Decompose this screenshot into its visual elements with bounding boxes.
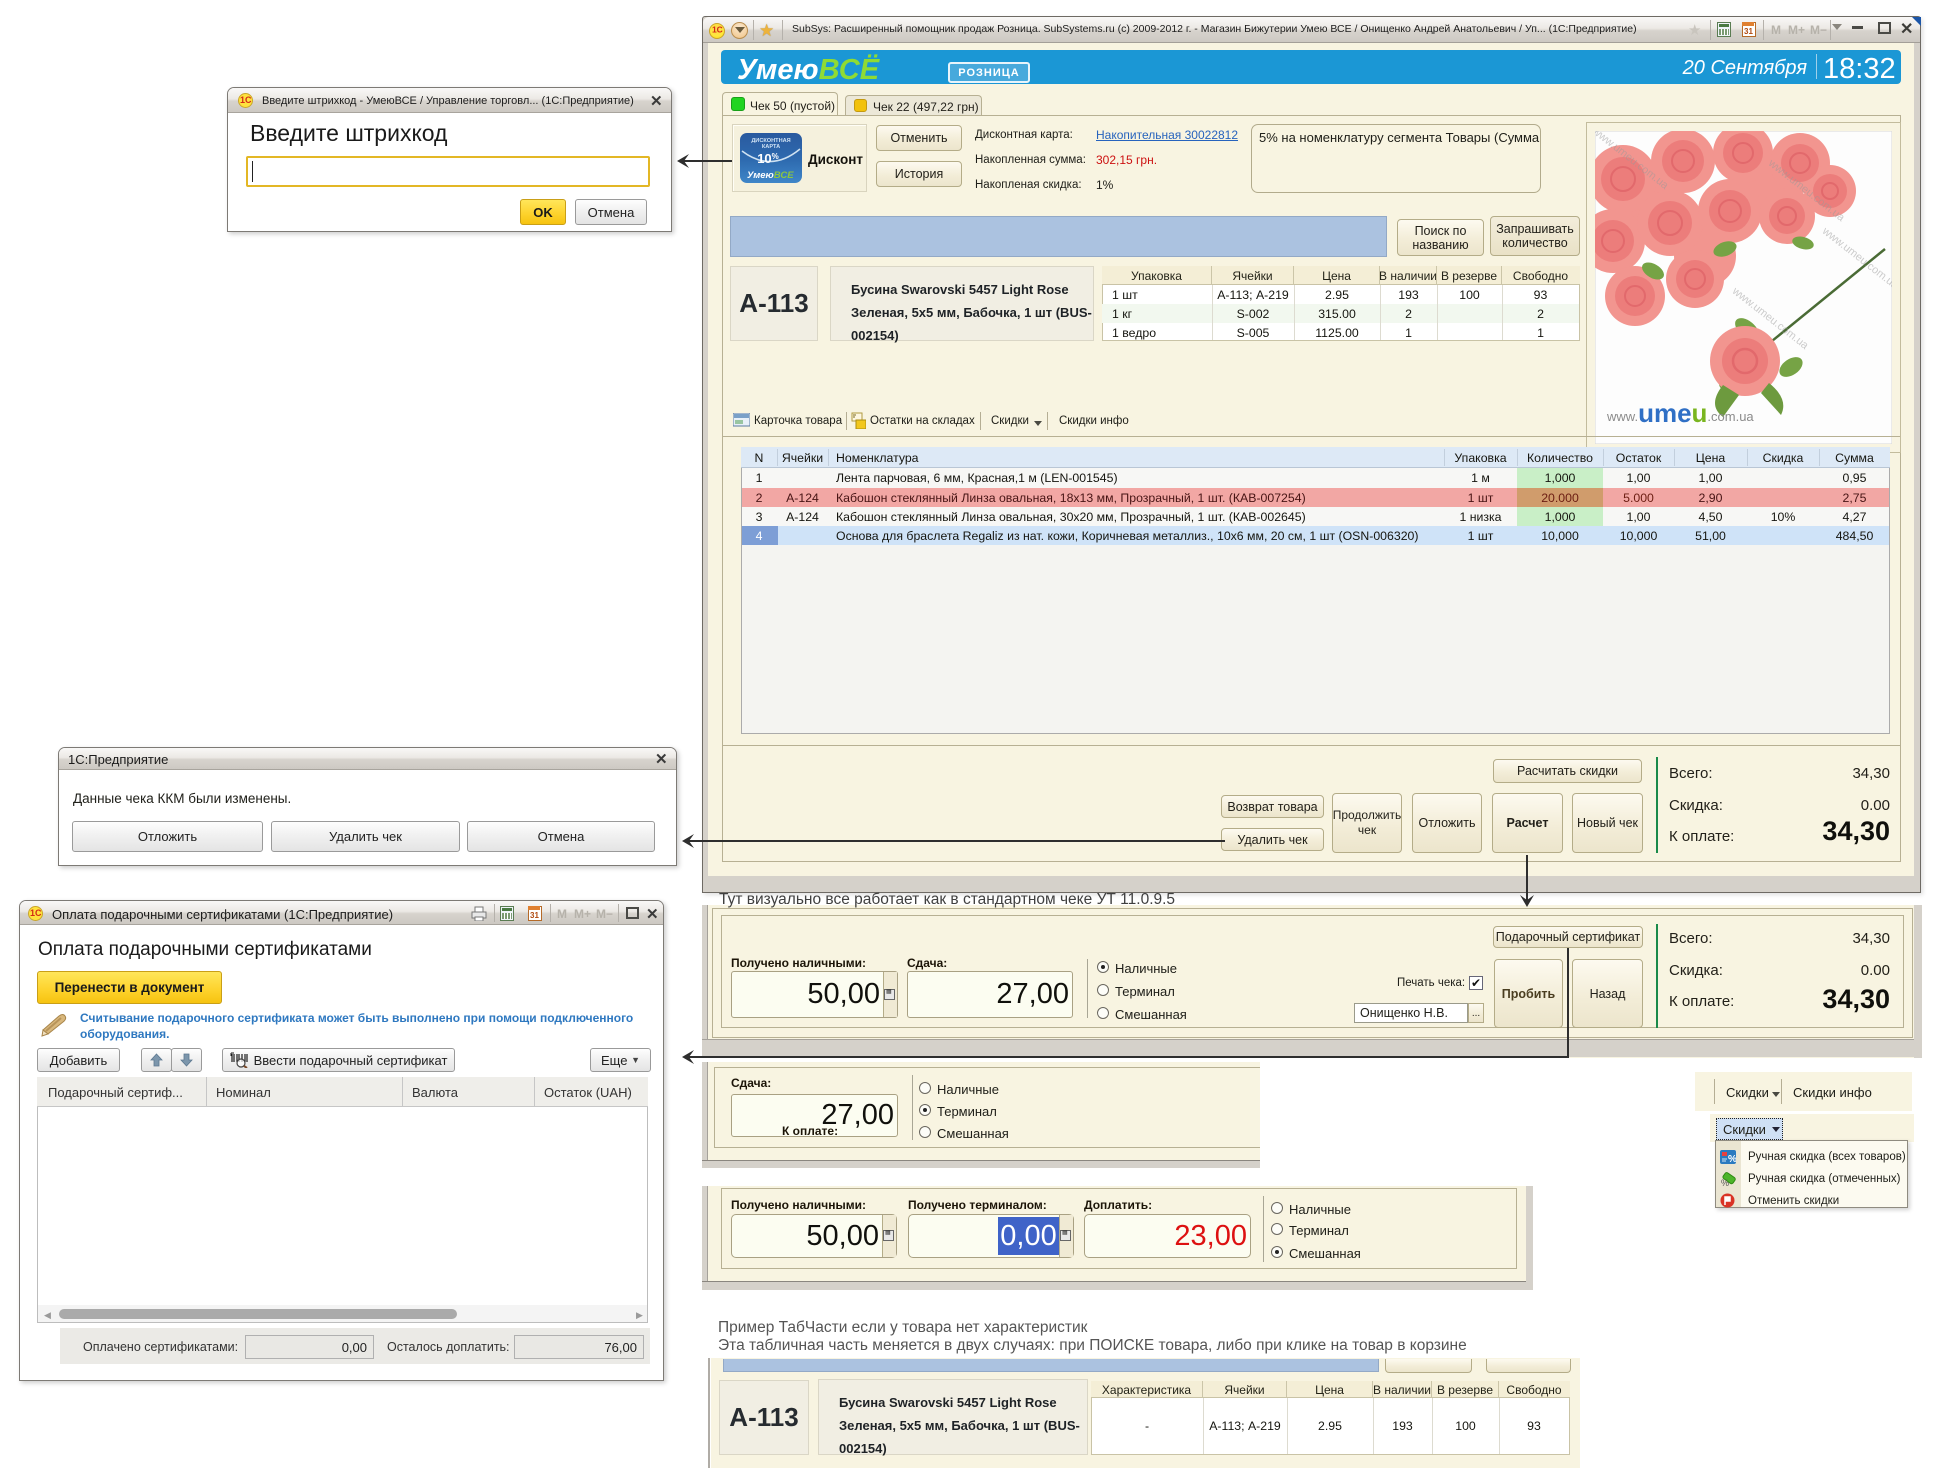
svg-text:УмеюВСЕ: УмеюВСЕ <box>747 170 794 181</box>
svg-text:%: % <box>1728 1154 1736 1164</box>
svg-text:%: % <box>1721 1178 1729 1187</box>
svg-text:КАРТА: КАРТА <box>762 144 780 150</box>
